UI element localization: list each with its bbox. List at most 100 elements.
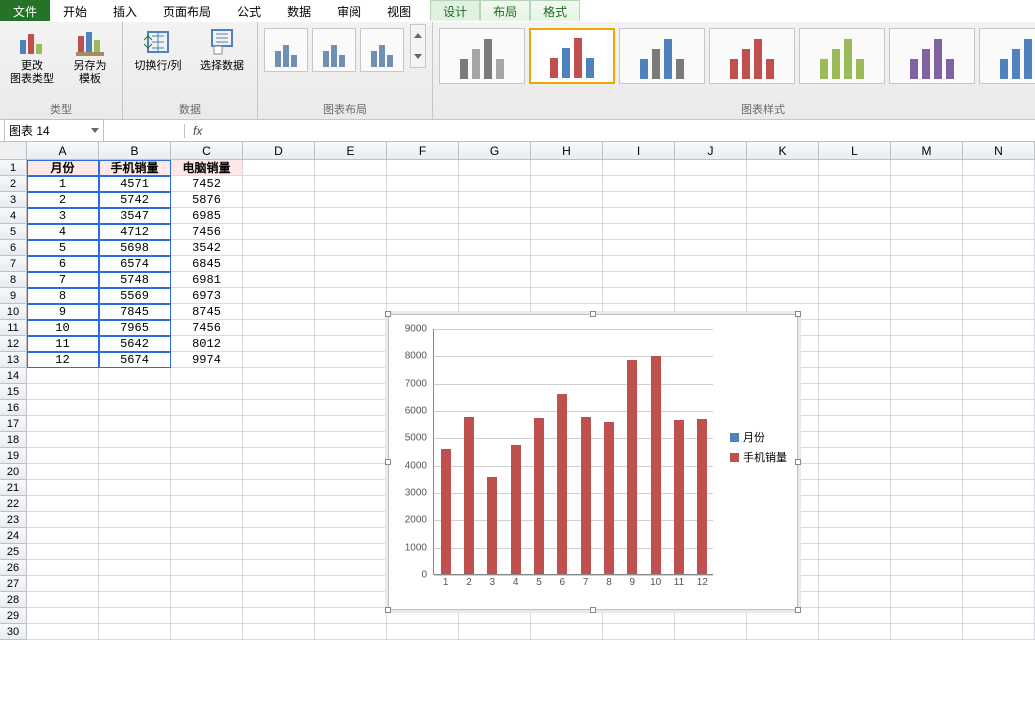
tab-设计[interactable]: 设计 xyxy=(430,0,480,21)
cell[interactable] xyxy=(747,608,819,624)
column-header[interactable]: C xyxy=(171,142,243,160)
column-header[interactable]: G xyxy=(459,142,531,160)
cell[interactable] xyxy=(459,192,531,208)
cell[interactable] xyxy=(315,592,387,608)
cell[interactable] xyxy=(171,528,243,544)
chart-bar[interactable] xyxy=(651,356,661,574)
cell[interactable] xyxy=(891,544,963,560)
cell[interactable] xyxy=(963,288,1035,304)
cell[interactable] xyxy=(315,560,387,576)
cell[interactable] xyxy=(891,208,963,224)
cell[interactable] xyxy=(819,368,891,384)
cell[interactable] xyxy=(171,432,243,448)
cell[interactable] xyxy=(99,480,171,496)
cell[interactable] xyxy=(891,384,963,400)
cell[interactable] xyxy=(819,256,891,272)
cell[interactable] xyxy=(99,448,171,464)
cell[interactable]: 5569 xyxy=(99,288,171,304)
tab-插入[interactable]: 插入 xyxy=(100,0,150,21)
cell[interactable] xyxy=(387,160,459,176)
cell[interactable] xyxy=(27,608,99,624)
cell[interactable] xyxy=(531,208,603,224)
cell[interactable] xyxy=(243,512,315,528)
cell[interactable] xyxy=(315,288,387,304)
cell[interactable]: 9974 xyxy=(171,352,243,368)
cell[interactable]: 6973 xyxy=(171,288,243,304)
cell[interactable] xyxy=(243,384,315,400)
layout-more-button[interactable] xyxy=(410,24,426,68)
cell[interactable] xyxy=(819,336,891,352)
cell[interactable] xyxy=(387,192,459,208)
row-header[interactable]: 18 xyxy=(0,432,27,448)
cell[interactable] xyxy=(27,560,99,576)
tab-视图[interactable]: 视图 xyxy=(374,0,424,21)
tab-公式[interactable]: 公式 xyxy=(224,0,274,21)
chart-bar[interactable] xyxy=(487,477,497,574)
cell[interactable] xyxy=(963,304,1035,320)
cell[interactable]: 10 xyxy=(27,320,99,336)
cell[interactable]: 5876 xyxy=(171,192,243,208)
cell[interactable] xyxy=(171,512,243,528)
cell[interactable] xyxy=(243,592,315,608)
cell[interactable] xyxy=(243,240,315,256)
cell[interactable] xyxy=(99,576,171,592)
cell[interactable] xyxy=(459,624,531,640)
cell[interactable] xyxy=(891,240,963,256)
cell[interactable]: 2 xyxy=(27,192,99,208)
chart-plot-area[interactable]: 123456789101112 xyxy=(433,329,713,575)
cell[interactable] xyxy=(243,544,315,560)
cell[interactable] xyxy=(459,224,531,240)
cell[interactable] xyxy=(387,288,459,304)
cell[interactable] xyxy=(243,352,315,368)
cell[interactable] xyxy=(243,400,315,416)
cell[interactable] xyxy=(891,224,963,240)
cell[interactable]: 3547 xyxy=(99,208,171,224)
cell[interactable] xyxy=(243,560,315,576)
cell[interactable] xyxy=(315,272,387,288)
cell[interactable] xyxy=(963,560,1035,576)
chart-layout-thumb[interactable] xyxy=(360,28,404,72)
column-header[interactable]: K xyxy=(747,142,819,160)
resize-handle[interactable] xyxy=(385,311,391,317)
cell[interactable] xyxy=(531,176,603,192)
cell[interactable] xyxy=(675,176,747,192)
cell[interactable] xyxy=(891,608,963,624)
cell[interactable] xyxy=(315,368,387,384)
cell[interactable] xyxy=(531,240,603,256)
cell[interactable] xyxy=(819,560,891,576)
cell[interactable] xyxy=(27,528,99,544)
cell[interactable] xyxy=(243,256,315,272)
cell[interactable]: 电脑销量 xyxy=(171,160,243,176)
cell[interactable] xyxy=(27,368,99,384)
cell[interactable] xyxy=(531,272,603,288)
name-box[interactable]: 图表 14 xyxy=(4,119,104,142)
column-header[interactable]: I xyxy=(603,142,675,160)
cell[interactable]: 12 xyxy=(27,352,99,368)
cell[interactable] xyxy=(819,288,891,304)
resize-handle[interactable] xyxy=(590,311,596,317)
cell[interactable] xyxy=(819,544,891,560)
row-header[interactable]: 15 xyxy=(0,384,27,400)
ribbon-button[interactable]: 更改图表类型 xyxy=(6,24,58,86)
cell[interactable]: 月份 xyxy=(27,160,99,176)
cell[interactable] xyxy=(243,416,315,432)
cell[interactable] xyxy=(315,432,387,448)
row-header[interactable]: 8 xyxy=(0,272,27,288)
cell[interactable] xyxy=(171,416,243,432)
column-header[interactable]: E xyxy=(315,142,387,160)
cell[interactable] xyxy=(891,304,963,320)
cell[interactable] xyxy=(171,576,243,592)
chart-style-thumb[interactable] xyxy=(889,28,975,84)
cell[interactable]: 5642 xyxy=(99,336,171,352)
cell[interactable] xyxy=(315,512,387,528)
chart-bar[interactable] xyxy=(697,419,707,574)
row-header[interactable]: 29 xyxy=(0,608,27,624)
cell[interactable] xyxy=(243,480,315,496)
cell[interactable] xyxy=(99,560,171,576)
cell[interactable] xyxy=(675,240,747,256)
column-header[interactable]: D xyxy=(243,142,315,160)
cell[interactable] xyxy=(387,240,459,256)
cell[interactable] xyxy=(171,368,243,384)
cell[interactable] xyxy=(603,608,675,624)
cell[interactable] xyxy=(243,320,315,336)
